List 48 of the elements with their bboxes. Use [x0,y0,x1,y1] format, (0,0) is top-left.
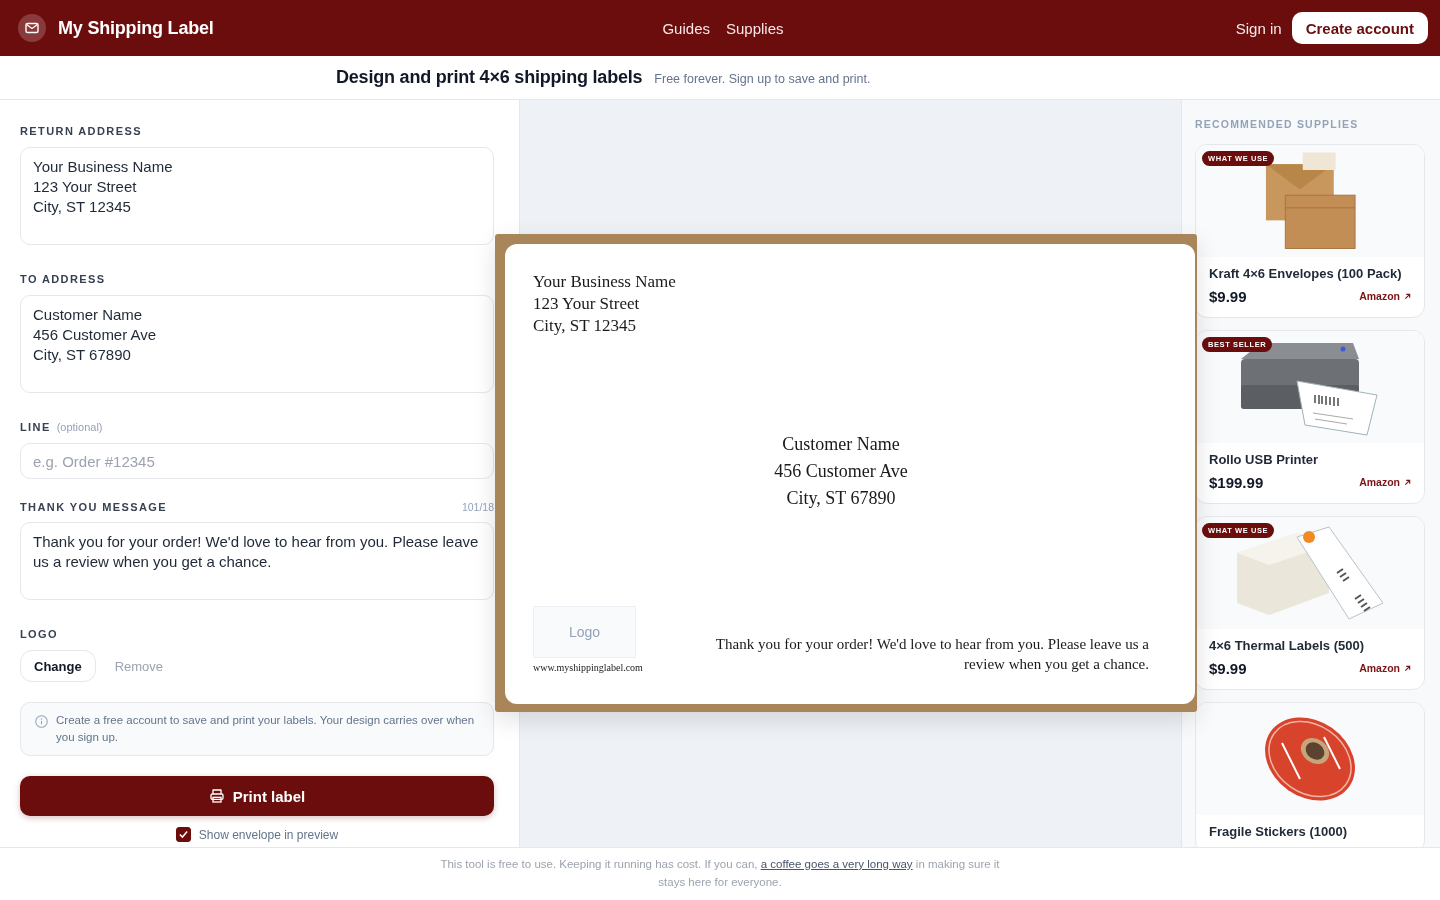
to-address-field[interactable]: Customer Name 456 Customer Ave City, ST 67890 [20,295,494,393]
logo-placeholder-text: Logo [568,624,601,640]
field-label: RETURN ADDRESS [20,124,143,138]
coffee-link[interactable]: a coffee goes a very long way [760,858,913,870]
checkmark-icon [177,829,189,840]
create-account-button[interactable]: Create account [1291,12,1428,44]
external-link-icon [1404,664,1411,672]
field-label: LOGO [20,627,59,641]
notice-text: Create a free account to save and print your labels. Your design carries over when you sign up. [56,713,476,745]
field-label: TO ADDRESS [20,272,107,286]
product-name: Kraft 4×6 Envelopes (100 Pack) [1209,265,1403,282]
product-name: 4×6 Thermal Labels (500) [1209,637,1365,654]
product-price: $199.99 [1209,473,1264,491]
product-name: Fragile Stickers (1000) [1209,823,1349,840]
amazon-link[interactable]: Amazon [1359,662,1411,674]
sign-in-link[interactable]: Sign in [1235,19,1282,37]
footer-note: This tool is free to use. Keeping it running has cost. If you can, a coffee goes a very long way in making sure it stays here for everyone. [439,857,1001,890]
product-price: $9.99 [1209,287,1247,305]
product-price: $9.99 [1209,659,1247,677]
section-heading: RECOMMENDED SUPPLIES [1195,118,1360,130]
nav-link[interactable]: Supplies [726,19,784,37]
external-link-icon [1404,292,1411,300]
checkbox-label[interactable]: Show envelope in preview [198,827,339,842]
thank-you-message-field[interactable]: Thank you for your order! We'd love to hear from you. Please leave us a review when you get a chance. [20,522,494,600]
label-to-address: Customer Name 456 Customer Ave City, ST 67890 [774,433,908,510]
info-icon [35,715,48,728]
print-label-button[interactable]: Print label [20,776,494,816]
nav-link[interactable]: Guides [662,19,710,37]
page-subtitle: Free forever. Sign up to save and print. [654,72,871,86]
website-text: www.myshippinglabel.com [533,662,643,674]
label-message: Thank you for your order! We'd love to hear from you. Please leave us a review when you get a chance. [714,635,1149,674]
optional-hint: (optional) [56,421,103,433]
line-input[interactable]: e.g. Order #12345 [20,443,494,479]
mail-icon [18,14,46,42]
change-logo-button[interactable]: Change [20,650,96,682]
field-label: LINE [20,420,51,434]
page-title: Design and print 4×6 shipping labels [336,67,643,88]
character-counter: 101/18 [461,501,494,513]
brand-name: My Shipping Label [58,17,214,39]
printer-icon [208,788,225,804]
show-envelope-checkbox[interactable] [175,827,191,842]
return-address-field[interactable]: Your Business Name 123 Your Street City, ST 12345 [20,147,494,245]
field-label: THANK YOU MESSAGE [20,500,168,514]
external-link-icon [1404,478,1411,486]
amazon-link[interactable]: Amazon [1359,290,1411,302]
product-name: Rollo USB Printer [1209,451,1320,468]
amazon-link[interactable]: Amazon [1359,476,1411,488]
label-return-address: Your Business Name 123 Your Street City, ST 12345 [533,271,676,337]
